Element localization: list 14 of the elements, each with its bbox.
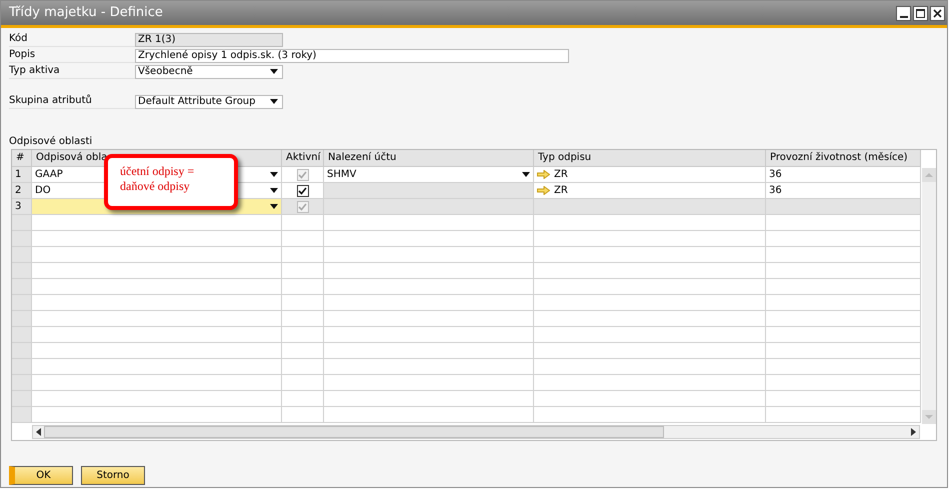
- field-label: Typ aktiva: [9, 64, 135, 79]
- field-label: Popis: [9, 48, 135, 63]
- table-cell: 36: [766, 183, 921, 199]
- section-title: Odpisové oblasti: [8, 136, 94, 148]
- table-cell: ZR: [534, 183, 766, 199]
- table-cell: SHMV: [324, 167, 534, 183]
- window-title: Třídy majetku - Definice: [9, 4, 163, 22]
- field-label: Skupina atributů: [9, 94, 135, 109]
- field-label: Kód: [9, 32, 135, 47]
- row-number: 3: [12, 199, 32, 215]
- row-number: 2: [12, 183, 32, 199]
- table-cell: 36: [766, 167, 921, 183]
- table-cell: ZR: [534, 167, 766, 183]
- row-number: 1: [12, 167, 32, 183]
